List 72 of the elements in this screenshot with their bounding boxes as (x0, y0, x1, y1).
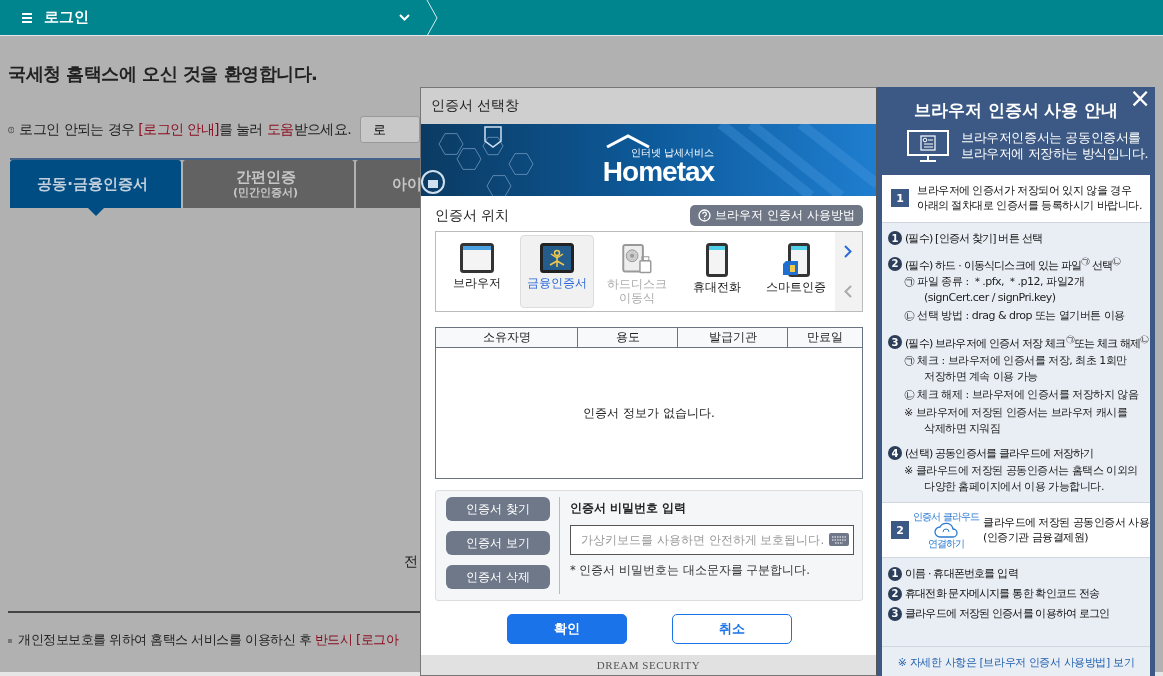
location-option[interactable]: 금융인증서 (519, 235, 595, 308)
certificate-key-icon (540, 243, 575, 273)
hometax-logo: Hometax (602, 158, 715, 186)
help-icon (698, 209, 712, 222)
cancel-button[interactable]: 취소 (671, 614, 792, 644)
cloud-sync-icon (934, 522, 958, 539)
help-button[interactable]: 브라우저 인증서 사용방법 (690, 205, 863, 226)
dialog-title: 인증서 선택창 (431, 97, 520, 115)
section-label: 인증서 위치 (435, 206, 510, 225)
step-text: 휴대전화 문자메시지를 통한 확인코드 전송 (905, 586, 1100, 602)
step-note: ※ 클라우드에 저장된 공동인증서는 홈택스 이외의 다양한 홈페이지에서 이용 가능합니다. (904, 462, 1139, 495)
section-number: 2 (891, 521, 909, 540)
login-tab[interactable]: 간편인증 (민간인증서) (183, 160, 354, 208)
welcome-heading: 국세청 홈택스에 오신 것을 환영합니다. (8, 62, 319, 86)
login-guide-button[interactable]: 로 (360, 116, 420, 143)
step-text: (필수) 브라우저에 인증서 저장 체크$^{㉠}$또는 체크 해제$^{㉡}$ (905, 333, 1149, 351)
column-header: 발급기관 (677, 328, 787, 347)
step-text: (필수) 하드 · 이동식디스크에 있는 파일$^{㉠}$ 선택$^{㉡}$ (905, 254, 1121, 273)
section-text: 클라우드에 저장된 공동인증서 사용 (인증기관 금융결제원) (983, 515, 1150, 546)
menu-icon[interactable] (22, 12, 32, 23)
section-number: 1 (891, 189, 909, 208)
step-text: (필수) [인증서 찾기] 버튼 선택 (905, 230, 1042, 246)
step-number: 4 (888, 446, 902, 461)
monitor-icon (907, 130, 949, 162)
section-text: 브라우저에 인증서가 저장되어 있지 않을 경우 아래의 절차대로 인증서를 등록하시기 바랍니다. (917, 183, 1142, 214)
step-number: 1 (888, 231, 902, 246)
step-number: 3 (888, 335, 902, 350)
step-note: ㉠ 파일 종류 : ＊.pfx, ＊.p12, 파일2개 (signCert.cer / signPri.key) (904, 274, 1085, 307)
chevron-down-icon[interactable] (399, 14, 410, 21)
privacy-notice: 개인정보보호를 위하여 홈택스 서비스를 이용하신 후 반드시 [로그아 (8, 631, 420, 649)
breadcrumb-separator-icon (426, 0, 438, 36)
column-header: 용도 (577, 328, 677, 347)
guide-intro: 브라우저인증서는 공동인증서를 브라우저에 저장하는 방식입니다. (961, 130, 1149, 162)
column-header: 소유자명 (481, 329, 532, 346)
selected-tab-pointer (88, 208, 104, 216)
password-field[interactable]: 가상키보드를 사용하면 안전하게 보호됩니다. (570, 525, 854, 555)
step-note: ㉠ 체크 : 브라우저에 인증서를 저장, 최초 1회만 저장하면 계속 이용 가능 (904, 352, 1128, 385)
step-note: ※ 브라우저에 저장된 인증서는 브라우저 캐시를 삭제하면 지워짐 (904, 404, 1129, 437)
column-header: 만료일 (787, 328, 862, 347)
cloud-label: 인증서 클라우드 (913, 511, 979, 523)
keyboard-icon[interactable] (829, 533, 849, 546)
logo-tagline: 인터넷 납세서비스 (630, 148, 715, 158)
certificate-action-button[interactable]: 인증서 보기 (446, 531, 550, 555)
certificate-action-button[interactable]: 인증서 삭제 (446, 565, 550, 589)
step-text: 이름 · 휴대폰번호를 입력 (905, 566, 1018, 582)
login-help-notice: 로그인 안되는 경우 [로그인 안내]를 눌러 도움받으세요. (19, 120, 351, 139)
step-text: 클라우드에 저장된 인증서를 이용하여 로그인 (905, 606, 1110, 622)
password-label: 인증서 비밀번호 입력 (570, 500, 688, 517)
page-text: 전 (404, 553, 418, 571)
hard-disk-usb-icon (620, 243, 653, 275)
close-button[interactable]: × (1127, 85, 1153, 111)
browser-window-icon (460, 243, 495, 273)
step-number: 1 (888, 566, 902, 581)
step-text: (선택) 공동인증서를 클라우드에 저장하기 (905, 445, 1094, 461)
step-number: 2 (888, 256, 902, 271)
step-note: ㉡ 선택 방법 : drag & drop 또는 열기버튼 이용 (904, 308, 1126, 325)
step-number: 3 (888, 606, 902, 621)
guide-title: 브라우저 인증서 사용 안내 (912, 99, 1120, 122)
cloud-label: 연결하기 (928, 538, 964, 550)
step-number: 2 (888, 586, 902, 601)
login-tab[interactable]: 아이 (356, 160, 420, 208)
vendor-name: DREAM SECURITY (596, 659, 701, 671)
smartphone-sim-icon (782, 243, 811, 277)
guide-link[interactable]: ※ 자세한 사항은 [브라우저 인증서 사용방법] 보기 (882, 646, 1150, 676)
confirm-button[interactable]: 확인 (506, 614, 627, 644)
certificate-action-button[interactable]: 인증서 찾기 (446, 497, 550, 521)
house-roof-icon (604, 134, 651, 148)
password-note: * 인증서 비밀번호는 대소문자를 구분합니다. (570, 563, 812, 578)
step-note: ㉡ 체크 해제 : 브라우저에 인증서를 저장하지 않음 (904, 386, 1140, 403)
empty-message: 인증서 정보가 없습니다. (583, 404, 715, 422)
top-bar-title: 로그인 (44, 8, 89, 27)
phone-icon (705, 243, 728, 277)
